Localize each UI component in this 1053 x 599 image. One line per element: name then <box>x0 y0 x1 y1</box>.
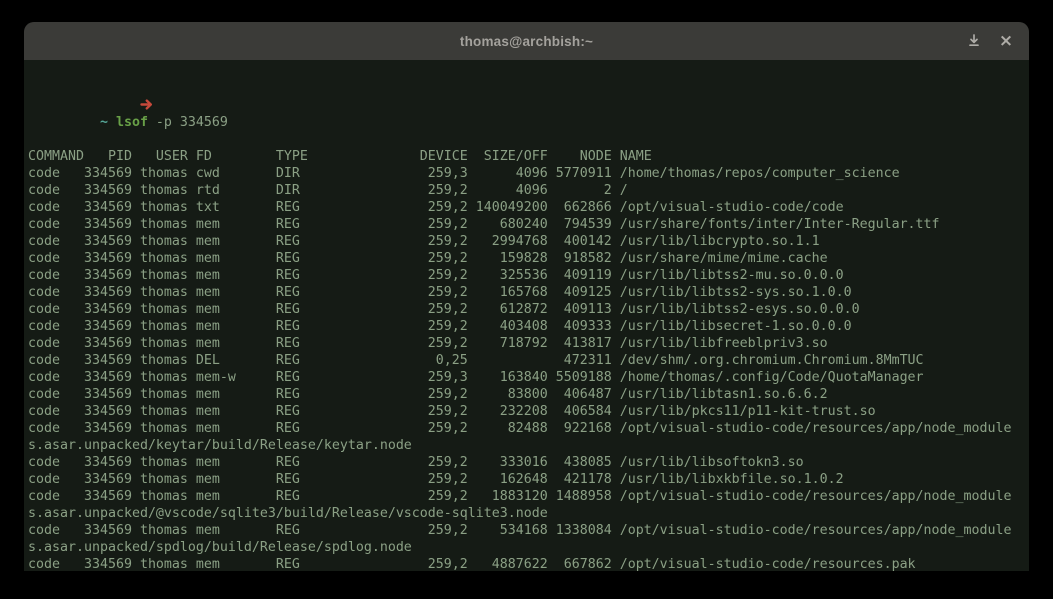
prompt-arrow-icon <box>76 80 100 131</box>
prompt-line: ~ lsof -p 334569 <box>28 63 1029 148</box>
download-icon <box>967 33 981 50</box>
prompt-args: -p 334569 <box>156 115 228 130</box>
download-button[interactable] <box>961 28 987 54</box>
titlebar-controls: × <box>961 22 1019 60</box>
terminal-screen[interactable]: ~ lsof -p 334569 COMMAND PID USER FD TYPE … <box>24 60 1029 571</box>
prompt-command: lsof <box>116 115 148 130</box>
terminal-window: thomas@archbish:~ × <box>24 22 1029 571</box>
close-icon: × <box>999 33 1013 50</box>
window-title: thomas@archbish:~ <box>460 34 593 49</box>
close-button[interactable]: × <box>993 28 1019 54</box>
titlebar[interactable]: thomas@archbish:~ × <box>24 22 1029 60</box>
prompt-cwd: ~ <box>100 115 108 130</box>
lsof-output: COMMAND PID USER FD TYPE DEVICE SIZE/OFF… <box>28 148 1012 571</box>
